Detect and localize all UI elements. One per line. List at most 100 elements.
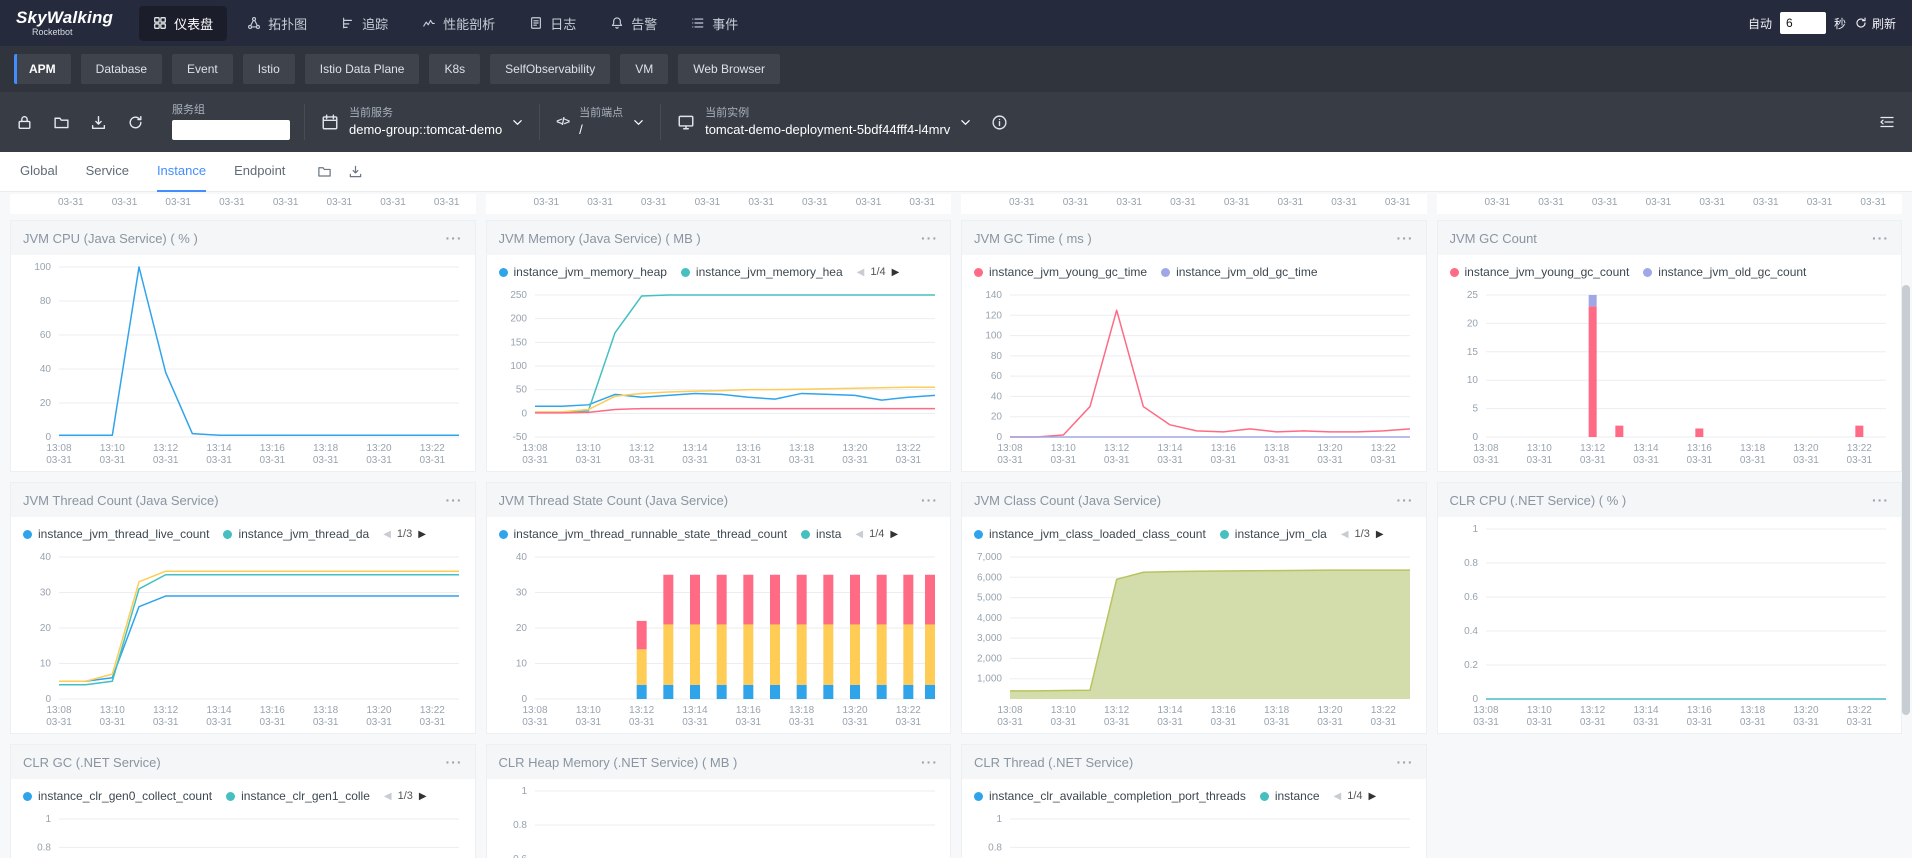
legend-item[interactable]: instance_jvm_old_gc_count [1643, 265, 1806, 279]
chart-area: 0 5 10 15 20 25 13:08 03-31 13:10 03-31 13:12 03-31… [1438, 283, 1902, 471]
legend-prev-icon[interactable]: ◀ [1341, 529, 1349, 540]
chart-canvas[interactable]: 051015202513:0803-3113:1003-3113:1203-31… [1438, 283, 1902, 471]
card-menu-icon[interactable]: ··· [921, 754, 938, 770]
lock-icon[interactable] [16, 114, 33, 131]
scope-tabs: Global Service Instance Endpoint [20, 152, 285, 192]
tab-global[interactable]: Global [20, 152, 58, 192]
chart-canvas[interactable]: 01020304013:0803-3113:1003-3113:1203-311… [487, 545, 951, 733]
chart-canvas[interactable]: 1,000 2,000 3,000 4,000 5,000 6,000 7,000 13:08… [962, 545, 1426, 733]
export-icon[interactable] [90, 114, 107, 131]
dashboard-tab-event[interactable]: Event [172, 54, 233, 84]
collapse-panel-icon[interactable] [1878, 113, 1896, 131]
reload-icon[interactable] [127, 114, 144, 131]
dashboard-tab-k8s[interactable]: K8s [429, 54, 481, 84]
legend-item[interactable]: instance_jvm_memory_hea [680, 265, 843, 279]
legend-item[interactable]: instance_jvm_young_gc_count [1449, 265, 1629, 279]
instance-selector[interactable]: 当前实例 tomcat-demo-deployment-5bdf44fff4-l… [660, 104, 987, 140]
dashboard-tab-istio[interactable]: Istio [242, 54, 295, 84]
legend-item[interactable]: instance_jvm_thread_runnable_state_threa… [498, 527, 787, 541]
tab-endpoint[interactable]: Endpoint [234, 152, 285, 192]
legend-next-icon[interactable]: ▶ [419, 791, 427, 802]
legend-prev-icon[interactable]: ◀ [383, 529, 391, 540]
folder-icon[interactable] [53, 114, 70, 131]
service-selector[interactable]: 当前服务 demo-group::tomcat-demo [304, 104, 539, 140]
legend-prev-icon[interactable]: ◀ [1334, 791, 1342, 802]
card-menu-icon[interactable]: ··· [446, 754, 463, 770]
card-menu-icon[interactable]: ··· [446, 492, 463, 508]
legend-next-icon[interactable]: ▶ [418, 529, 426, 540]
scope-actions [317, 164, 363, 179]
legend-item[interactable]: instance_jvm_thread_live_count [23, 527, 209, 541]
card-menu-icon[interactable]: ··· [921, 230, 938, 246]
dashboard-tab-istio-data-plane[interactable]: Istio Data Plane [304, 54, 420, 84]
nav-item-topology[interactable]: 拓扑图 [233, 6, 321, 41]
svg-text:03-31: 03-31 [1473, 717, 1499, 728]
legend-item[interactable]: insta [801, 527, 841, 541]
dashboard-tab-database[interactable]: Database [80, 54, 163, 84]
service-value: demo-group::tomcat-demo [349, 122, 503, 138]
chart-canvas[interactable]: 01020304013:0803-3113:1003-3113:1203-311… [11, 545, 475, 733]
card-menu-icon[interactable]: ··· [1397, 754, 1414, 770]
nav-item-event[interactable]: 事件 [677, 6, 752, 41]
svg-text:40: 40 [991, 391, 1003, 402]
legend-item[interactable]: instance_clr_gen0_collect_count [23, 789, 212, 803]
vertical-scrollbar[interactable] [1902, 285, 1910, 715]
dashboard-tab-apm[interactable]: APM [14, 54, 71, 84]
chart-canvas[interactable]: 00.20.40.60.8113:0803-3113:1003-3113:120… [487, 779, 951, 858]
download-icon[interactable] [348, 164, 363, 179]
dashboard-tab-web-browser[interactable]: Web Browser [678, 54, 781, 84]
nav-item-profile[interactable]: 性能剖析 [408, 6, 509, 41]
chart-area: 00.20.40.60.8113:0803-3113:1003-3113:120… [487, 779, 951, 858]
nav-item-dashboard[interactable]: 仪表盘 [139, 5, 228, 41]
legend-next-icon[interactable]: ▶ [892, 267, 900, 278]
service-group-input[interactable] [172, 120, 290, 141]
card-menu-icon[interactable]: ··· [1397, 230, 1414, 246]
legend-item[interactable]: instance_jvm_old_gc_time [1161, 265, 1318, 279]
auto-interval-input[interactable] [1779, 12, 1826, 34]
legend-item[interactable]: instance_jvm_memory_heap [498, 265, 667, 279]
svg-text:03-31: 03-31 [522, 455, 548, 466]
legend-item[interactable]: instance [1259, 789, 1320, 803]
legend-item[interactable]: instance_clr_gen1_colle [226, 789, 370, 803]
chart-canvas[interactable]: 00.20.40.60.8113:0803-3113:1003-3113:120… [1438, 517, 1902, 733]
tab-instance[interactable]: Instance [156, 152, 207, 192]
svg-text:13:14: 13:14 [682, 443, 707, 454]
card-menu-icon[interactable]: ··· [1397, 492, 1414, 508]
legend-next-icon[interactable]: ▶ [1369, 791, 1377, 802]
legend-next-icon[interactable]: ▶ [1376, 529, 1384, 540]
refresh-button[interactable]: 刷新 [1854, 15, 1896, 32]
legend-next-icon[interactable]: ▶ [890, 529, 898, 540]
nav-item-label: 事件 [712, 16, 739, 32]
chart-canvas[interactable]: 02040608010012014013:0803-3113:1003-3113… [962, 283, 1426, 471]
card-menu-icon[interactable]: ··· [1872, 492, 1889, 508]
card-menu-icon[interactable]: ··· [1872, 230, 1889, 246]
legend-item[interactable]: instance_jvm_thread_da [223, 527, 369, 541]
svg-text:03-31: 03-31 [682, 455, 708, 466]
legend-item[interactable]: instance_jvm_young_gc_time [974, 265, 1147, 279]
folder-icon[interactable] [317, 164, 332, 179]
nav-item-log[interactable]: 日志 [515, 6, 590, 41]
nav-item-label: 拓扑图 [268, 16, 308, 32]
dashboard-tab-selfobservability[interactable]: SelfObservability [490, 54, 611, 84]
card-header: JVM CPU (Java Service) ( % ) ··· [11, 221, 475, 255]
nav-item-trace[interactable]: 追踪 [327, 6, 402, 41]
tab-service[interactable]: Service [86, 152, 129, 192]
nav-item-alarm[interactable]: 告警 [596, 6, 671, 41]
legend-item[interactable]: instance_clr_available_completion_port_t… [974, 789, 1246, 803]
card-menu-icon[interactable]: ··· [921, 492, 938, 508]
nav-item-label: 仪表盘 [174, 16, 214, 32]
chart-canvas[interactable]: -5005010015020025013:0803-3113:1003-3113… [487, 283, 951, 471]
legend-prev-icon[interactable]: ◀ [855, 529, 863, 540]
legend-prev-icon[interactable]: ◀ [857, 267, 865, 278]
dashboard-tab-vm[interactable]: VM [620, 54, 669, 84]
endpoint-selector[interactable]: </> 当前端点 / [539, 104, 660, 140]
chart-canvas[interactable]: 00.20.40.60.8113:0803-3113:1003-3113:120… [11, 807, 475, 858]
info-icon[interactable] [991, 114, 1008, 131]
legend-item[interactable]: instance_jvm_cla [1219, 527, 1327, 541]
chart-canvas[interactable]: 02040608010013:0803-3113:1003-3113:1203-… [11, 255, 475, 471]
legend-prev-icon[interactable]: ◀ [384, 791, 392, 802]
logo[interactable]: SkyWalking Rocketbot [16, 9, 113, 37]
chart-canvas[interactable]: 00.20.40.60.8113:0803-3113:1003-3113:120… [962, 807, 1426, 858]
card-menu-icon[interactable]: ··· [446, 230, 463, 246]
legend-item[interactable]: instance_jvm_class_loaded_class_count [974, 527, 1206, 541]
